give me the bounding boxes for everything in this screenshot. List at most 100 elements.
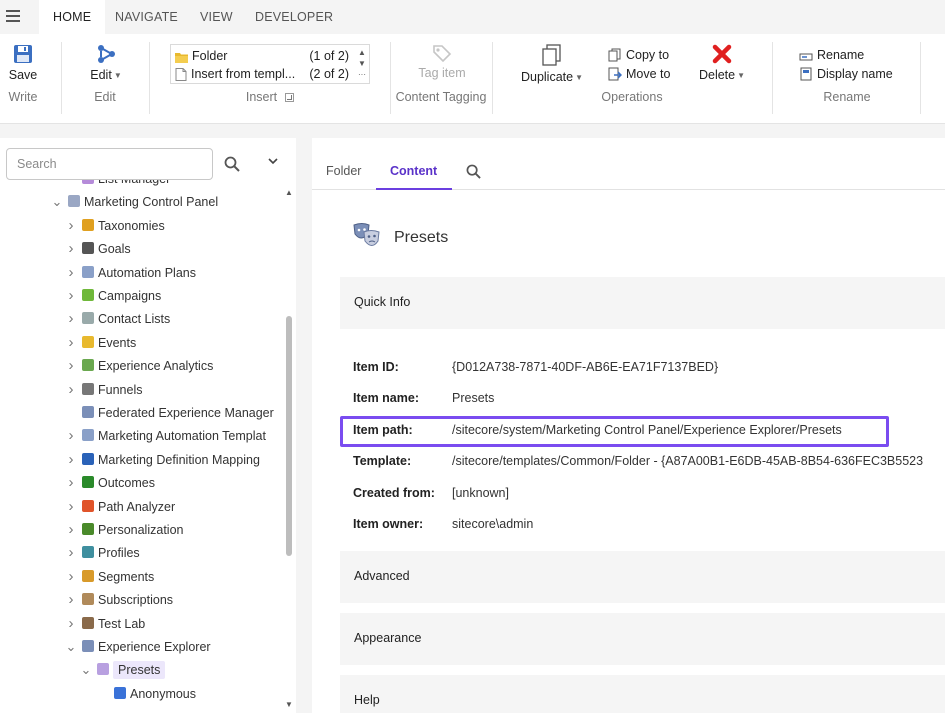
tab-content[interactable]: Content [390, 164, 437, 178]
expand-chevron-icon[interactable]: › [64, 613, 78, 635]
tree-item[interactable]: List Manager [64, 180, 170, 190]
tag-item-button[interactable]: Tag item [412, 44, 472, 80]
expand-chevron-icon[interactable]: › [64, 589, 78, 611]
save-label: Save [8, 68, 38, 82]
group-insert: Insert [150, 34, 390, 124]
tree-item[interactable]: › Path Analyzer [64, 496, 176, 518]
search-options-chevron-icon[interactable] [268, 158, 278, 165]
tree-item-label: Subscriptions [98, 593, 174, 608]
display-name-button[interactable]: Display name [799, 65, 893, 83]
tree-item[interactable]: ⌄ Experience Explorer [64, 636, 211, 658]
tree-item[interactable]: › Personalization [64, 519, 184, 541]
expand-chevron-icon[interactable]: › [64, 285, 78, 307]
tree-item[interactable]: › Campaigns [64, 285, 162, 307]
section-quick-info[interactable]: Quick Info [340, 277, 945, 329]
tab-developer[interactable]: DEVELOPER [255, 0, 333, 34]
tree-item[interactable]: › Contact Lists [64, 308, 171, 330]
tree-item-label: Marketing Automation Templat [98, 429, 266, 444]
expand-chevron-icon[interactable]: › [64, 449, 78, 471]
tree-item-label: Automation Plans [98, 265, 196, 280]
tree-item[interactable]: › Marketing Automation Templat [64, 425, 266, 447]
hamburger-menu-icon[interactable] [6, 10, 20, 22]
tree-item[interactable]: › Goals [64, 238, 131, 260]
delete-button[interactable]: Delete ▼ [694, 44, 750, 82]
tree-item-label: Experience Analytics [98, 359, 214, 374]
tree-item[interactable]: › Automation Plans [64, 262, 196, 284]
expand-chevron-icon[interactable]: › [64, 215, 78, 237]
expand-chevron-icon[interactable]: › [64, 542, 78, 564]
group-label-edit: Edit [94, 90, 116, 104]
expand-chevron-icon[interactable]: › [64, 379, 78, 401]
tree-item-label: Test Lab [98, 616, 146, 631]
expand-chevron-icon[interactable]: › [64, 566, 78, 588]
duplicate-label: Duplicate [520, 70, 574, 84]
search-icon[interactable] [224, 156, 240, 172]
collapse-chevron-icon[interactable]: ⌄ [64, 640, 78, 654]
expand-chevron-icon[interactable]: › [64, 332, 78, 354]
expand-chevron-icon[interactable]: › [64, 262, 78, 284]
expand-chevron-icon[interactable]: › [64, 308, 78, 330]
ribbon: Save Write Edit ▼ Edit Folder (1 of 2) I… [0, 34, 945, 124]
collapse-chevron-icon[interactable]: ⌄ [79, 663, 93, 677]
tree-item[interactable]: Anonymous [96, 683, 196, 705]
section-advanced[interactable]: Advanced [340, 551, 945, 603]
search-input[interactable] [6, 148, 213, 180]
edit-branch-icon [98, 45, 115, 63]
expand-chevron-icon[interactable]: › [64, 355, 78, 377]
tree-item[interactable]: › Test Lab [64, 613, 146, 635]
expand-chevron-icon[interactable]: › [64, 238, 78, 260]
tree-item-icon [82, 546, 94, 559]
tree-item[interactable]: › Profiles [64, 542, 140, 564]
section-help[interactable]: Help [340, 675, 945, 713]
panel-splitter[interactable] [296, 138, 312, 713]
tag-item-label: Tag item [418, 66, 466, 80]
group-label-tagging: Content Tagging [395, 90, 487, 104]
edit-button[interactable]: Edit ▼ [86, 44, 126, 82]
tree-item-label: List Manager [98, 180, 170, 186]
tree-item[interactable]: › Segments [64, 566, 155, 588]
tab-search-icon[interactable] [466, 164, 481, 179]
section-appearance[interactable]: Appearance [340, 613, 945, 665]
tree-scrollbar[interactable]: ▲ ▼ [284, 188, 294, 713]
tree-item-icon [82, 523, 94, 535]
duplicate-button[interactable]: Duplicate ▼ [518, 44, 586, 84]
tree-item-icon [82, 180, 94, 184]
tree-item[interactable]: › Funnels [64, 379, 143, 401]
tab-folder[interactable]: Folder [326, 164, 361, 178]
expand-chevron-icon[interactable]: › [64, 496, 78, 518]
tab-navigate[interactable]: NAVIGATE [115, 0, 178, 34]
item-editor: Presets Quick Info Item ID: {D012A738-787… [312, 190, 945, 713]
scroll-thumb[interactable] [286, 316, 292, 556]
rename-button[interactable]: Rename [799, 46, 864, 64]
tree-item[interactable]: › Taxonomies [64, 215, 165, 237]
expand-chevron-icon[interactable]: › [64, 472, 78, 494]
edit-label: Edit [90, 68, 112, 82]
tree-item[interactable]: › Marketing Definition Mapping [64, 449, 260, 471]
item-title: Presets [394, 229, 449, 246]
move-to-button[interactable]: Move to [608, 65, 670, 83]
scroll-up-icon[interactable]: ▲ [285, 188, 293, 197]
chevron-down-icon: ▼ [737, 71, 746, 80]
collapse-chevron-icon[interactable]: ⌄ [50, 195, 64, 209]
tree-item-icon [68, 195, 80, 208]
tree-item[interactable]: › Experience Analytics [64, 355, 214, 377]
tab-home[interactable]: HOME [39, 0, 106, 34]
expand-chevron-icon[interactable]: › [64, 519, 78, 541]
tab-view[interactable]: VIEW [200, 0, 233, 34]
tree-item[interactable]: ⌄ Presets [79, 659, 166, 681]
tree-item-label: Goals [98, 242, 131, 257]
scroll-down-icon[interactable]: ▼ [285, 700, 293, 709]
editor-tabs: Folder Content [312, 138, 945, 190]
group-label-rename: Rename [823, 90, 871, 104]
copy-to-button[interactable]: Copy to [608, 46, 669, 64]
tree-item[interactable]: Federated Experience Manager [64, 402, 274, 424]
tree-item[interactable]: › Subscriptions [64, 589, 174, 611]
expand-chevron-icon[interactable]: › [64, 425, 78, 447]
tree-item[interactable]: › Events [64, 332, 137, 354]
save-button[interactable]: Save [8, 44, 38, 82]
tree-item[interactable]: › Outcomes [64, 472, 155, 494]
tree-item-icon [82, 616, 94, 629]
tag-icon [433, 45, 452, 62]
dialog-launcher-icon[interactable] [285, 93, 295, 102]
tree-item[interactable]: ⌄ Marketing Control Panel [50, 191, 219, 213]
